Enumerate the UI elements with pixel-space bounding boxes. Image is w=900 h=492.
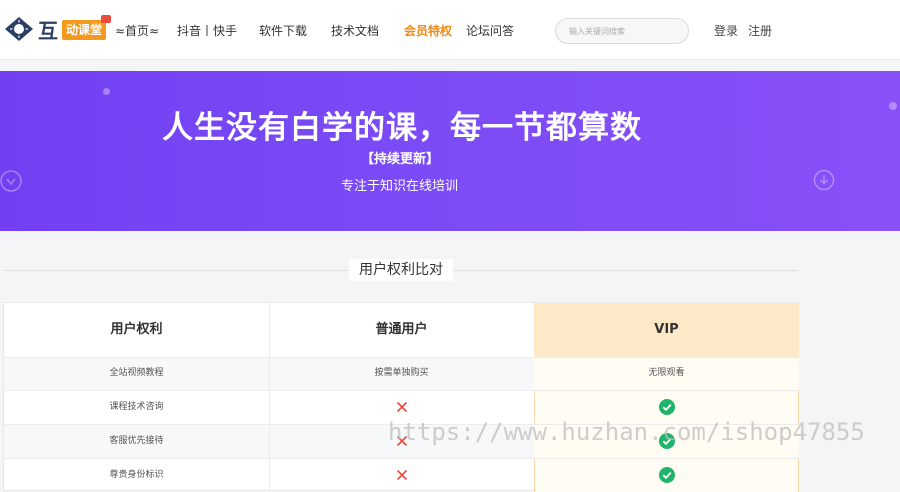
banner-tag: 【持续更新】 (361, 152, 440, 167)
logo-version-badge (101, 15, 111, 23)
column-divider (269, 303, 270, 492)
check-circle-icon (658, 466, 675, 483)
login-link[interactable]: 登录 (714, 22, 738, 39)
nav-software-download[interactable]: 软件下载 (259, 22, 307, 39)
normal-cell: 按需单独购买 (374, 368, 429, 378)
cross-icon (396, 469, 407, 480)
search-box[interactable] (555, 18, 689, 44)
feature-cell: 尊贵身份标识 (109, 470, 164, 480)
logo-text-main: 互 (38, 19, 58, 43)
header-normal-user: 普通用户 (375, 322, 428, 337)
hero-banner: 人生没有白学的课，每一节都算数 【持续更新】 专注于知识在线培训 (0, 71, 900, 231)
cross-icon (396, 401, 407, 412)
banner-title: 人生没有白学的课，每一节都算数 (162, 110, 642, 146)
row-divider (4, 458, 799, 459)
banner-subtitle: 专注于知识在线培训 (341, 179, 459, 194)
watermark-text: https://www.huzhan.com/ishop47855 (388, 418, 865, 446)
vip-cell: 无限观看 (534, 357, 799, 390)
vip-cell (534, 459, 799, 492)
feature-cell: 全站视频教程 (109, 368, 164, 378)
download-decor-icon (813, 169, 835, 191)
check-circle-icon (658, 398, 675, 415)
nav-tech-docs[interactable]: 技术文档 (331, 22, 379, 39)
decor-dot (103, 88, 110, 95)
feature-cell: 课程技术咨询 (109, 402, 164, 412)
table-row: 全站视频教程 按需单独购买 无限观看 (4, 357, 799, 390)
register-link[interactable]: 注册 (748, 22, 772, 39)
nav-home[interactable]: ≈首页≈ (115, 22, 159, 39)
nav-douyin-kuaishou[interactable]: 抖音丨快手 (177, 22, 237, 39)
sun-logo-icon (5, 17, 33, 41)
heart-decor-icon (0, 170, 22, 192)
search-input[interactable] (556, 19, 688, 44)
header-vip: VIP (534, 303, 799, 357)
table-row: 尊贵身份标识 (4, 459, 799, 492)
logo-text-badge: 动课堂 (62, 20, 107, 40)
rights-comparison-table: 用户权利 普通用户 VIP 全站视频教程 按需单独购买 无限观看 课程技术咨询 … (3, 302, 799, 492)
site-logo[interactable]: 互 动课堂 (4, 14, 111, 44)
top-header: 互 动课堂 ≈首页≈ 抖音丨快手 软件下载 技术文档 会员特权 论坛问答 登录 … (0, 0, 900, 60)
nav-vip-privileges[interactable]: 会员特权 (404, 22, 452, 39)
header-feature: 用户权利 (110, 322, 163, 337)
row-divider (4, 357, 799, 358)
row-divider (4, 390, 799, 391)
nav-forum[interactable]: 论坛问答 (466, 22, 514, 39)
decor-dot (889, 102, 897, 110)
section-title: 用户权利比对 (349, 259, 453, 281)
normal-cell (269, 459, 534, 492)
feature-cell: 客服优先接待 (109, 436, 164, 446)
